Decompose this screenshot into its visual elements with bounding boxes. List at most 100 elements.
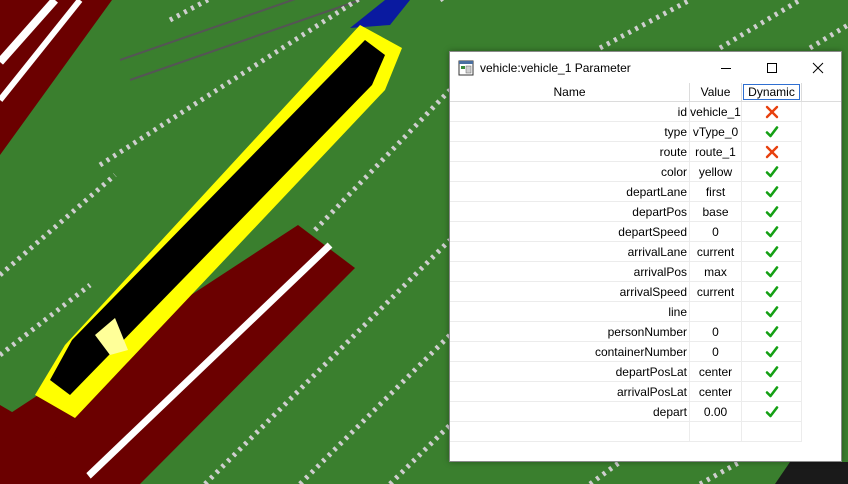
table-row[interactable]: arrivalPosLat center — [450, 382, 802, 402]
table-row[interactable]: arrivalPos max — [450, 262, 802, 282]
table-body: id vehicle_1 type vType_0 route route_1 color y… — [450, 102, 802, 442]
close-icon — [812, 62, 824, 73]
param-dynamic — [742, 362, 802, 382]
param-name: arrivalSpeed — [450, 282, 690, 302]
table-row[interactable]: line — [450, 302, 802, 322]
green-checkmark-icon — [765, 386, 778, 398]
param-name: color — [450, 162, 690, 182]
green-checkmark-icon — [765, 266, 778, 278]
table-row[interactable]: route route_1 — [450, 142, 802, 162]
table-row[interactable]: departSpeed 0 — [450, 222, 802, 242]
green-checkmark-icon — [765, 246, 778, 258]
app-window-icon — [458, 60, 474, 76]
param-dynamic — [742, 382, 802, 402]
param-name: depart — [450, 402, 690, 422]
param-dynamic — [742, 162, 802, 182]
table-row[interactable]: arrivalSpeed current — [450, 282, 802, 302]
param-dynamic — [742, 282, 802, 302]
param-dynamic — [742, 342, 802, 362]
param-dynamic — [742, 322, 802, 342]
column-header-value[interactable]: Value — [690, 83, 742, 102]
param-name: departSpeed — [450, 222, 690, 242]
maximize-icon — [767, 62, 777, 73]
param-value[interactable]: route_1 — [690, 142, 742, 162]
red-x-icon — [765, 105, 778, 119]
param-value[interactable]: 0 — [690, 342, 742, 362]
title-bar[interactable]: vehicle:vehicle_1 Parameter — [450, 52, 841, 83]
table-row[interactable]: departLane first — [450, 182, 802, 202]
minimize-button[interactable] — [703, 52, 749, 83]
param-name: arrivalPos — [450, 262, 690, 282]
column-header-filler — [802, 83, 841, 102]
param-dynamic — [742, 122, 802, 142]
param-dynamic — [742, 142, 802, 162]
param-dynamic — [742, 102, 802, 122]
param-value[interactable]: base — [690, 202, 742, 222]
param-value[interactable]: first — [690, 182, 742, 202]
green-checkmark-icon — [765, 346, 778, 358]
param-value[interactable]: vType_0 — [690, 122, 742, 142]
param-value[interactable]: center — [690, 362, 742, 382]
green-checkmark-icon — [765, 306, 778, 318]
table-row[interactable]: personNumber 0 — [450, 322, 802, 342]
param-value[interactable]: 0 — [690, 222, 742, 242]
param-name — [450, 422, 690, 442]
parameter-table: Name Value Dynamic id vehicle_1 type vType_… — [450, 83, 841, 461]
param-value[interactable]: max — [690, 262, 742, 282]
param-value[interactable]: center — [690, 382, 742, 402]
table-row[interactable]: id vehicle_1 — [450, 102, 802, 122]
param-name: departPosLat — [450, 362, 690, 382]
param-name: line — [450, 302, 690, 322]
green-checkmark-icon — [765, 206, 778, 218]
green-checkmark-icon — [765, 166, 778, 178]
green-checkmark-icon — [765, 126, 778, 138]
param-name: type — [450, 122, 690, 142]
column-header-name[interactable]: Name — [450, 83, 690, 102]
param-dynamic — [742, 242, 802, 262]
table-row[interactable]: departPos base — [450, 202, 802, 222]
column-header-dynamic[interactable]: Dynamic — [742, 83, 802, 102]
green-checkmark-icon — [765, 326, 778, 338]
table-row[interactable]: color yellow — [450, 162, 802, 182]
param-name: arrivalLane — [450, 242, 690, 262]
param-name: containerNumber — [450, 342, 690, 362]
maximize-button[interactable] — [749, 52, 795, 83]
window-title: vehicle:vehicle_1 Parameter — [480, 61, 631, 75]
param-value[interactable]: current — [690, 282, 742, 302]
param-name: personNumber — [450, 322, 690, 342]
param-value[interactable]: 0.00 — [690, 402, 742, 422]
param-name: id — [450, 102, 690, 122]
param-name: departLane — [450, 182, 690, 202]
table-row-empty — [450, 422, 802, 442]
parameter-dialog: vehicle:vehicle_1 Parameter Name Value D… — [449, 51, 842, 462]
table-row[interactable]: arrivalLane current — [450, 242, 802, 262]
param-value[interactable]: current — [690, 242, 742, 262]
param-dynamic — [742, 202, 802, 222]
param-value[interactable]: vehicle_1 — [690, 102, 742, 122]
close-button[interactable] — [795, 52, 841, 83]
param-value — [690, 422, 742, 442]
param-dynamic — [742, 182, 802, 202]
param-dynamic — [742, 222, 802, 242]
minimize-icon — [721, 67, 731, 69]
table-row[interactable]: depart 0.00 — [450, 402, 802, 422]
param-value[interactable]: 0 — [690, 322, 742, 342]
param-value[interactable] — [690, 302, 742, 322]
param-name: departPos — [450, 202, 690, 222]
param-dynamic — [742, 422, 802, 442]
table-row[interactable]: type vType_0 — [450, 122, 802, 142]
green-checkmark-icon — [765, 226, 778, 238]
param-dynamic — [742, 302, 802, 322]
green-checkmark-icon — [765, 406, 778, 418]
green-checkmark-icon — [765, 366, 778, 378]
param-name: arrivalPosLat — [450, 382, 690, 402]
green-checkmark-icon — [765, 186, 778, 198]
green-checkmark-icon — [765, 286, 778, 298]
param-name: route — [450, 142, 690, 162]
param-dynamic — [742, 402, 802, 422]
param-dynamic — [742, 262, 802, 282]
param-value[interactable]: yellow — [690, 162, 742, 182]
red-x-icon — [765, 145, 778, 159]
table-row[interactable]: containerNumber 0 — [450, 342, 802, 362]
table-row[interactable]: departPosLat center — [450, 362, 802, 382]
